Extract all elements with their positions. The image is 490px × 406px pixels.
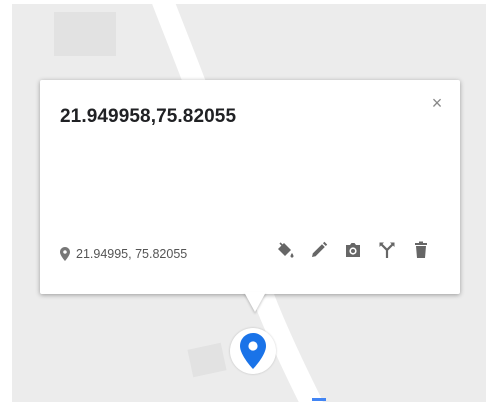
map-marker-icon [240,333,266,369]
popup-title: 21.949958,75.82055 [60,106,237,127]
edit-button[interactable] [308,239,330,261]
close-icon[interactable]: × [428,94,446,112]
map-building [54,12,116,56]
coordinates-row: 21.94995, 75.82055 [60,244,187,264]
paint-bucket-icon [278,242,294,258]
delete-button[interactable] [410,239,432,261]
info-window-pointer [244,292,266,312]
coordinates-text: 21.94995, 75.82055 [76,247,188,261]
feature-toolbar [274,239,432,261]
map-marker[interactable] [230,328,276,374]
map-route-segment [312,398,326,401]
style-button[interactable] [274,239,296,261]
photo-button[interactable] [342,239,364,261]
directions-button[interactable] [376,239,398,261]
screenshot-frame: 21.949958,75.82055 × 21.94995, 75.82055 [0,0,490,406]
camera-icon [346,243,360,257]
info-window: 21.949958,75.82055 × 21.94995, 75.82055 [40,80,460,294]
map-building [187,342,227,378]
place-icon [60,247,70,261]
pencil-icon [312,241,328,257]
fork-icon [379,242,395,258]
trash-icon [415,241,427,258]
